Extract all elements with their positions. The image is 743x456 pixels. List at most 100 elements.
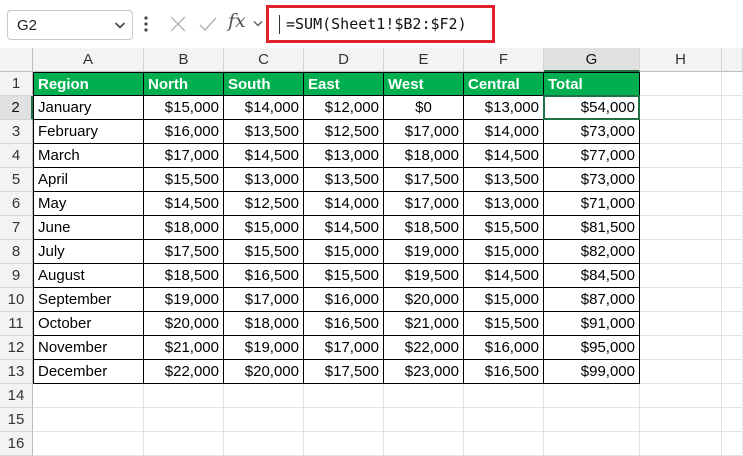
cell-c11[interactable]: $18,000 [224,312,304,336]
cell-d9[interactable]: $15,500 [304,264,384,288]
cell-e5[interactable]: $17,500 [384,168,464,192]
cell-e11[interactable]: $21,000 [384,312,464,336]
cell-a8[interactable]: July [33,240,144,264]
cell-f10[interactable]: $15,000 [464,288,544,312]
column-header-d[interactable]: D [304,48,384,72]
chevron-down-icon[interactable] [253,20,263,28]
cell-g11[interactable]: $91,000 [544,312,640,336]
cell-e8[interactable]: $19,000 [384,240,464,264]
row-header-10[interactable]: 10 [0,288,33,312]
cell-e14[interactable] [384,384,464,408]
column-header-a[interactable]: A [33,48,144,72]
cell-c1[interactable]: South [224,72,304,96]
cell-f8[interactable]: $15,000 [464,240,544,264]
cell-g5[interactable]: $73,000 [544,168,640,192]
cell-e10[interactable]: $20,000 [384,288,464,312]
cell-b16[interactable] [144,432,224,456]
row-header-6[interactable]: 6 [0,192,33,216]
cell-f15[interactable] [464,408,544,432]
cell-g6[interactable]: $71,000 [544,192,640,216]
cell-d7[interactable]: $14,500 [304,216,384,240]
cell-e15[interactable] [384,408,464,432]
row-header-4[interactable]: 4 [0,144,33,168]
cell-g13[interactable]: $99,000 [544,360,640,384]
column-header-g[interactable]: G [544,48,640,72]
cell-g7[interactable]: $81,500 [544,216,640,240]
cell-c6[interactable]: $12,500 [224,192,304,216]
cell-e16[interactable] [384,432,464,456]
cell-h3[interactable] [640,120,722,144]
cell-e6[interactable]: $17,000 [384,192,464,216]
cell-d14[interactable] [304,384,384,408]
cell-c15[interactable] [224,408,304,432]
cell-h7[interactable] [640,216,722,240]
cell-c4[interactable]: $14,500 [224,144,304,168]
cell-h14[interactable] [640,384,722,408]
cell-a13[interactable]: December [33,360,144,384]
cell-d10[interactable]: $16,000 [304,288,384,312]
row-header-5[interactable]: 5 [0,168,33,192]
cell-g3[interactable]: $73,000 [544,120,640,144]
cell-d2[interactable]: $12,000 [304,96,384,120]
cell-g15[interactable] [544,408,640,432]
cell-b15[interactable] [144,408,224,432]
cell-g4[interactable]: $77,000 [544,144,640,168]
cell-b8[interactable]: $17,500 [144,240,224,264]
cell-c7[interactable]: $15,000 [224,216,304,240]
cell-c13[interactable]: $20,000 [224,360,304,384]
cell-f11[interactable]: $15,500 [464,312,544,336]
cancel-icon[interactable] [169,15,187,33]
cell-g9[interactable]: $84,500 [544,264,640,288]
cell-h9[interactable] [640,264,722,288]
cell-f4[interactable]: $14,500 [464,144,544,168]
cell-g8[interactable]: $82,000 [544,240,640,264]
enter-check-icon[interactable] [198,15,218,33]
cell-b6[interactable]: $14,500 [144,192,224,216]
cell-d15[interactable] [304,408,384,432]
cell-a6[interactable]: May [33,192,144,216]
cell-c2[interactable]: $14,000 [224,96,304,120]
cell-e13[interactable]: $23,000 [384,360,464,384]
cell-f12[interactable]: $16,000 [464,336,544,360]
cell-f7[interactable]: $15,500 [464,216,544,240]
cell-c3[interactable]: $13,500 [224,120,304,144]
cell-b1[interactable]: North [144,72,224,96]
cell-b2[interactable]: $15,000 [144,96,224,120]
cell-a9[interactable]: August [33,264,144,288]
cell-c9[interactable]: $16,500 [224,264,304,288]
cell-c5[interactable]: $13,000 [224,168,304,192]
cell-d12[interactable]: $17,000 [304,336,384,360]
cell-b7[interactable]: $18,000 [144,216,224,240]
cell-h4[interactable] [640,144,722,168]
cell-h13[interactable] [640,360,722,384]
row-header-9[interactable]: 9 [0,264,33,288]
cell-f3[interactable]: $14,000 [464,120,544,144]
cell-d4[interactable]: $13,000 [304,144,384,168]
cell-h2[interactable] [640,96,722,120]
row-header-2[interactable]: 2 [0,96,33,120]
cell-h5[interactable] [640,168,722,192]
cell-d8[interactable]: $15,000 [304,240,384,264]
cell-h16[interactable] [640,432,722,456]
row-header-16[interactable]: 16 [0,432,33,456]
column-header-c[interactable]: C [224,48,304,72]
cell-a15[interactable] [33,408,144,432]
cell-b5[interactable]: $15,500 [144,168,224,192]
cell-d3[interactable]: $12,500 [304,120,384,144]
more-options-icon[interactable] [143,15,149,33]
row-header-11[interactable]: 11 [0,312,33,336]
column-header-e[interactable]: E [384,48,464,72]
cell-d1[interactable]: East [304,72,384,96]
cell-b10[interactable]: $19,000 [144,288,224,312]
cell-b4[interactable]: $17,000 [144,144,224,168]
cell-a5[interactable]: April [33,168,144,192]
cell-b3[interactable]: $16,000 [144,120,224,144]
cell-g14[interactable] [544,384,640,408]
formula-input[interactable]: =SUM(Sheet1!$B2:$F2) [266,5,495,43]
cell-a14[interactable] [33,384,144,408]
cell-b11[interactable]: $20,000 [144,312,224,336]
row-header-7[interactable]: 7 [0,216,33,240]
cell-a3[interactable]: February [33,120,144,144]
cell-f16[interactable] [464,432,544,456]
cell-e2[interactable]: $0 [384,96,464,120]
